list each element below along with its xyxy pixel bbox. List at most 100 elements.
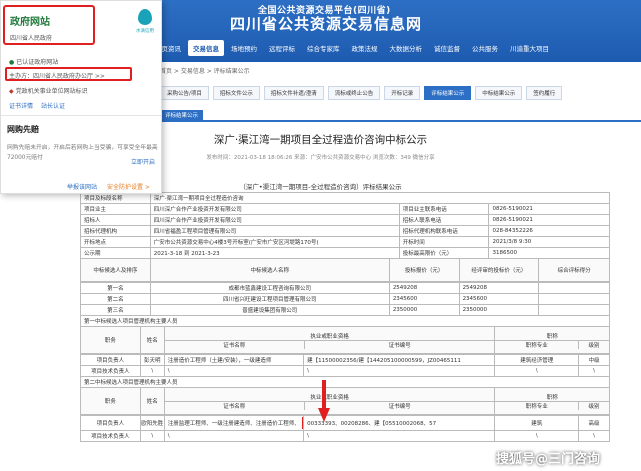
nav-item[interactable]: 场地预约 [226, 40, 262, 56]
table-cell: 四川省福盈工程项目管理有限公司 [151, 226, 400, 236]
table-cell: \ [304, 366, 496, 376]
table-cell: 招标人 [81, 215, 151, 225]
table-cell: 2350000 [390, 305, 460, 315]
table-cell: 执业或职业资格 证书名称 证书编号 [164, 388, 496, 414]
table-cell: 职务 [81, 327, 141, 353]
table-row: 第三名 普盛建设集团有限公司 2350000 2350000 [80, 305, 610, 316]
section-label: 第一中标候选人项目管理机构主要人员 [84, 319, 178, 325]
table-cell: 2021/3/8 9:30 [492, 239, 532, 245]
table-row: 第二中标候选人项目管理机构主要人员 [80, 377, 610, 388]
table-row: 公示期 2021-3-18 到 2021-3-23 投标最高限价（元） 3186500 [80, 248, 610, 259]
header-label: 证书编号 [388, 403, 411, 410]
table-cell: 注册造价工程师（土建/安装），一级建造师 [165, 355, 305, 365]
table-cell: 中级 [588, 358, 600, 364]
tab-item[interactable]: 流标或终止公告 [327, 86, 381, 100]
table-cell: 中标候选人名称 [151, 259, 390, 281]
table-cell: 第一名 [81, 283, 151, 293]
nav-item[interactable]: 大数据分析 [385, 40, 428, 56]
table-row: 开标地点 广安市公共资源交易中心4楼3号开标室(广安市广安区河堤路170号) 开标时… [80, 237, 610, 248]
header-label: 级别 [588, 403, 600, 410]
table-cell: 2021-3-18 到 2021-3-23 [151, 248, 400, 258]
section-label: 第二中标候选人项目管理机构主要人员 [84, 380, 178, 386]
nav-item[interactable]: 政策法规 [347, 40, 383, 56]
table-cell: \ [495, 431, 580, 441]
logo-text: 水滴信用 [136, 29, 154, 34]
table-row: 第二名 四川省兴旺建设工程项目管理有限公司 2345600 2345600 [80, 294, 610, 305]
tab-item[interactable]: 签约履行 [526, 86, 563, 100]
credit-logo: 水滴信用 [129, 9, 161, 43]
table-cell: 招标代理机构联系电话 [400, 226, 490, 236]
table-cell: 职称 职称专业 级别 [495, 327, 610, 353]
site-badge: 政府网站 四川省人民政府 [3, 5, 95, 45]
tab-item[interactable]: 招标文件公示 [212, 86, 260, 100]
table-cell: 项目技术负责人 [81, 366, 141, 376]
table-cell: \ [141, 366, 165, 376]
table-cell: 建筑经济管理 [495, 355, 580, 365]
arrow-down-icon [318, 380, 330, 422]
table-cell: 招标人联系电话 [400, 215, 490, 225]
table-cell: 2345600 [460, 294, 540, 304]
table-cell: \ [593, 433, 595, 439]
header-label: 证书名称 [165, 340, 305, 349]
party-flag-text: 党政机关事业单位网站标识 [15, 88, 88, 95]
table-cell: 投标最高限价（元） [400, 248, 490, 258]
table-cell: 投标报价（元） [390, 259, 460, 281]
table-row: 第一名 成都市蓝鑫建设工程咨询有限公司 2549208 2549208 [80, 282, 610, 294]
header-label: 证书编号 [388, 342, 411, 349]
verified-line: ● 已认证政府网站 [9, 57, 58, 66]
site-title: 政府网站 [10, 17, 50, 28]
tab-item[interactable]: 采购公告/项目 [160, 86, 209, 100]
table-cell: \ [165, 366, 305, 376]
table-cell: 开标时间 [400, 237, 490, 247]
table-cell: 项目业主 [81, 204, 151, 214]
header-label: 职称 [495, 332, 610, 341]
cert-name: 注册监理工程师、一级注册建造师、注册造价工程师、 [167, 421, 300, 427]
table-row: 第一中标候选人项目管理机构主要人员 [80, 316, 610, 327]
tab-item[interactable]: 评标结果公示 [424, 86, 472, 100]
header-label: 级别 [588, 342, 600, 349]
tab-item[interactable]: 招标文件补遗/澄清 [263, 86, 324, 100]
table-cell: 2350000 [460, 305, 540, 315]
cert-details-link[interactable]: 证书详情 [9, 103, 33, 110]
tab-item[interactable]: 中标结果公示 [475, 86, 523, 100]
nav-item[interactable]: 公共服务 [467, 40, 503, 56]
tab-item[interactable]: 开标记录 [384, 86, 421, 100]
nav-item[interactable]: 远程评标 [264, 40, 300, 56]
table-cell: 3186500 [492, 250, 517, 256]
host-link[interactable]: 主办方：四川省人民政府办公厅 >> [9, 71, 105, 80]
check-icon: ● [9, 59, 15, 66]
table-cell [539, 305, 609, 315]
table-cell: 深广·渠江湾一期项目全过程造价咨询 [153, 196, 244, 202]
table-cell: 第三名 [81, 305, 151, 315]
security-settings-link[interactable]: 安全防护设置 > [107, 182, 150, 191]
table-cell: 高级 [588, 421, 600, 427]
table-cell: 招标代理机构 [81, 226, 151, 236]
webmaster-verify-link[interactable]: 站长认证 [41, 103, 65, 110]
nav-item[interactable]: 川渝重大项目 [505, 40, 554, 56]
table-cell: 执业或职业资格 证书名称 证书编号 [164, 327, 496, 353]
breadcrumb: 首页 > 交易信息 > 评标结果公示 [160, 68, 250, 75]
watermark: 搜狐号@三门咨询 [496, 452, 601, 467]
table-cell: 综合评标得分 [557, 268, 591, 274]
table-cell: 广安市公共资源交易中心4楼3号开标室(广安市广安区河堤路170号) [151, 237, 400, 247]
table-cell: \ [495, 366, 580, 376]
table-cell: 职称 职称专业 级别 [495, 388, 610, 414]
nav-item[interactable]: 交易信息 [188, 40, 224, 56]
host-text[interactable]: 主办方：四川省人民政府办公厅 >> [9, 73, 105, 80]
table-row: 中标候选人及排序 中标候选人名称 投标报价（元） 经评审的投标价（元） 综合评标… [80, 259, 610, 282]
nav-item[interactable]: 综合专家库 [302, 40, 345, 56]
table-cell: 建筑 [495, 416, 580, 430]
main-nav: 首页资讯 交易信息 场地预约 远程评标 综合专家库 政策法规 大数据分析 诚信监督 公共服务 川渝… [150, 40, 554, 56]
table-cell: \ [593, 368, 595, 374]
report-link[interactable]: 举报该网站 [67, 182, 97, 191]
table-cell: 职务 [81, 388, 141, 414]
verified-text: 已认证政府网站 [16, 59, 59, 66]
table-row: 项目技术负责人 \ \ \ \ \ [80, 366, 610, 377]
site-org: 四川省人民政府 [10, 35, 53, 42]
table-row: 项目技术负责人 \ \ \ \ \ [80, 431, 610, 442]
section-tag: 评标结果公示 [160, 110, 204, 120]
table-cell: 0826-5190021 [492, 206, 533, 212]
popup-links: 证书详情 站长认证 [9, 101, 71, 110]
enable-link[interactable]: 立即开启 [131, 157, 155, 166]
nav-item[interactable]: 诚信监督 [429, 40, 465, 56]
